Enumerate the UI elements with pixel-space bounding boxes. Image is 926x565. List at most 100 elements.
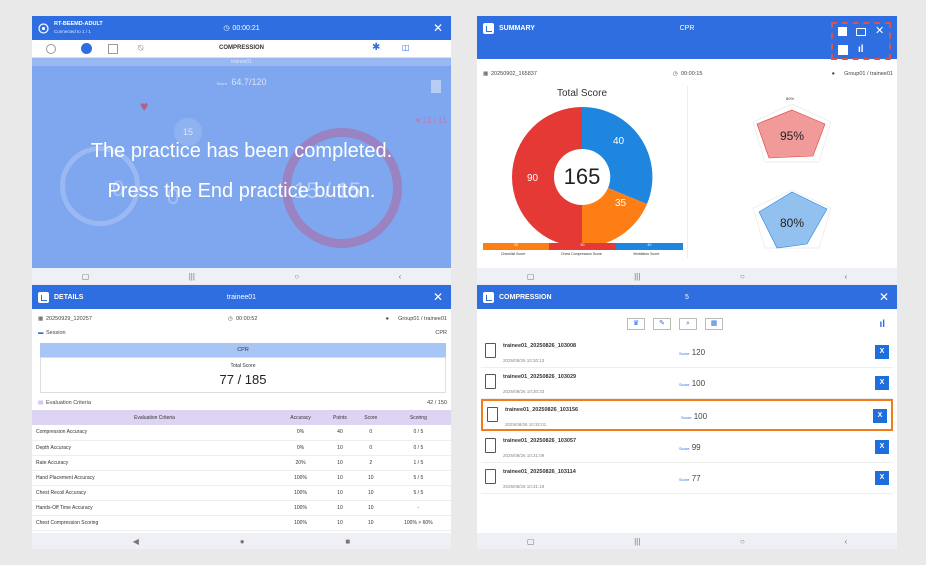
recent-apps-icon[interactable]: |||: [634, 537, 640, 546]
group-label: Group01 / trainee01: [398, 316, 447, 322]
legend-value-ventilation: 40: [647, 243, 652, 247]
total-score-label: Total Score: [230, 363, 256, 369]
excel-icon[interactable]: X: [873, 409, 887, 423]
pdf-icon[interactable]: [485, 343, 496, 358]
table-cell: 1 / 5: [385, 455, 451, 471]
evaluation-row: ▤ Evaluation Criteria 42 / 150: [32, 397, 451, 409]
score-value: 64.7/120: [231, 77, 267, 87]
session-timer: 00:00:15: [681, 71, 703, 77]
details-panel: DETAILS trainee01 ✕ ▦ 20250929_120257 ◷ …: [32, 285, 451, 549]
settings-icon[interactable]: ◫: [402, 43, 410, 52]
record-date: 2025/08/26 10:30:33: [503, 389, 545, 394]
home-icon[interactable]: ○: [740, 272, 745, 281]
list-item[interactable]: trainee01_20250826_103029 2025/08/26 10:…: [481, 368, 893, 399]
table-cell: 100%: [277, 470, 325, 486]
save-icon[interactable]: [838, 27, 847, 36]
session-timer: 00:00:52: [236, 316, 258, 322]
report-icon[interactable]: [838, 45, 848, 55]
evaluation-icon: ▤: [38, 400, 44, 406]
calendar-icon[interactable]: ▦: [705, 318, 723, 330]
score-value: 100: [693, 412, 708, 421]
table-cell: 20%: [277, 455, 325, 471]
slice-label-checklist: 35: [615, 198, 627, 209]
trainee-band: trainee01: [32, 58, 451, 66]
table-header: Evaluation Criteria Accuracy Points Scor…: [32, 410, 451, 425]
excel-icon[interactable]: X: [875, 471, 889, 485]
close-icon[interactable]: ✕: [875, 24, 884, 37]
score-label: Score: [679, 351, 690, 356]
legend-checklist: Checklist Score: [501, 252, 526, 256]
table-row: Hand Placement Accuracy 100% 10 10 5 / 5: [32, 470, 451, 486]
search-icon[interactable]: ⌕: [679, 318, 697, 330]
table-cell: 10: [324, 455, 356, 471]
back-icon[interactable]: ◀: [133, 537, 139, 546]
legend-value-compression: 90: [580, 243, 585, 247]
excel-icon[interactable]: X: [875, 440, 889, 454]
legend-value-checklist: 35: [514, 243, 518, 247]
record-score: Score 120: [679, 348, 705, 357]
home-icon[interactable]: ○: [294, 272, 299, 281]
column-header: Scoring: [385, 410, 451, 425]
score-display: Score 64.7/120: [32, 72, 451, 90]
group-label: Group01 / trainee01: [844, 71, 893, 77]
home-icon[interactable]: ○: [740, 537, 745, 546]
list-item[interactable]: trainee01_20250826_103114 2025/08/26 10:…: [481, 463, 893, 494]
table-row: Chest Recoil Accuracy 100% 10 10 5 / 5: [32, 485, 451, 501]
screen-icon[interactable]: ▢: [82, 272, 90, 281]
pdf-icon[interactable]: [485, 469, 496, 484]
bar-chart-icon[interactable]: ıl: [879, 319, 885, 330]
pdf-icon[interactable]: [487, 407, 498, 422]
back-icon[interactable]: ‹: [844, 272, 847, 281]
legend-ventilation: Ventilation Score: [633, 252, 660, 256]
heart-icon: ♥: [140, 98, 149, 114]
list-item[interactable]: trainee01_20250826_103057 2025/08/26 10:…: [481, 432, 893, 463]
details-info-row: ▦ 20250929_120257 ◷ 00:00:52 ● Group01 /…: [32, 313, 451, 325]
score-value: 99: [691, 443, 701, 452]
recent-apps-icon[interactable]: ■: [345, 537, 350, 546]
user-icon: ●: [831, 71, 835, 77]
details-icon: [38, 291, 49, 303]
home-icon[interactable]: ●: [240, 537, 245, 546]
chart-divider: [687, 86, 688, 258]
screen-icon[interactable]: ▢: [527, 272, 535, 281]
back-icon[interactable]: ‹: [844, 537, 847, 546]
close-icon[interactable]: ✕: [433, 290, 443, 304]
summary-panel: SUMMARY CPR ✕ ıl ▦ 20250902_165837 ◷ 00:…: [477, 16, 897, 284]
back-icon[interactable]: ‹: [399, 272, 402, 281]
close-icon[interactable]: ✕: [879, 290, 889, 304]
donut-total-score: 165: [563, 164, 601, 189]
pdf-icon[interactable]: [485, 438, 496, 453]
records-panel: COMPRESSION 5 ✕ ♛ ✎ ⌕ ▦ ıl trainee01_202…: [477, 285, 897, 549]
excel-icon[interactable]: X: [875, 345, 889, 359]
evaluation-table: Evaluation Criteria Accuracy Points Scor…: [32, 410, 451, 531]
excel-icon[interactable]: X: [875, 376, 889, 390]
close-icon[interactable]: ✕: [433, 21, 443, 35]
records-title: COMPRESSION: [499, 293, 552, 301]
record-name: trainee01_20250826_103114: [503, 469, 576, 475]
total-score-box: Total Score 77 / 185: [40, 357, 446, 393]
pencil-icon[interactable]: ✎: [653, 318, 671, 330]
list-item-selected[interactable]: trainee01_20250826_103156 2025/08/26 10:…: [481, 399, 893, 431]
table-cell: 0%: [277, 425, 325, 441]
recent-apps-icon[interactable]: |||: [634, 272, 640, 281]
table-cell: 10: [324, 485, 356, 501]
record-date: 2025/08/26 10:31:18: [503, 484, 545, 489]
screen-icon[interactable]: ▢: [527, 537, 535, 546]
pdf-icon[interactable]: [485, 374, 496, 389]
table-cell: 0%: [277, 440, 325, 456]
crown-icon[interactable]: ♛: [627, 318, 645, 330]
list-item[interactable]: trainee01_20250826_103008 2025/08/26 10:…: [481, 337, 893, 368]
small-heart-icon: ♥: [415, 116, 421, 125]
completion-message-line2: Press the End practice button.: [107, 180, 376, 202]
table-cell: 10: [355, 470, 386, 486]
score-label: Score: [681, 415, 692, 420]
gear-icon[interactable]: ✱: [372, 42, 380, 53]
summary-center: CPR: [679, 24, 695, 32]
bar-chart-icon[interactable]: ıl: [858, 44, 864, 55]
table-cell: -: [385, 500, 451, 516]
user-icon: ●: [385, 316, 389, 322]
recent-apps-icon[interactable]: |||: [189, 272, 195, 281]
score-value: 77: [691, 474, 701, 483]
folder-icon[interactable]: [856, 28, 866, 36]
clock-icon: ◷: [673, 71, 678, 77]
